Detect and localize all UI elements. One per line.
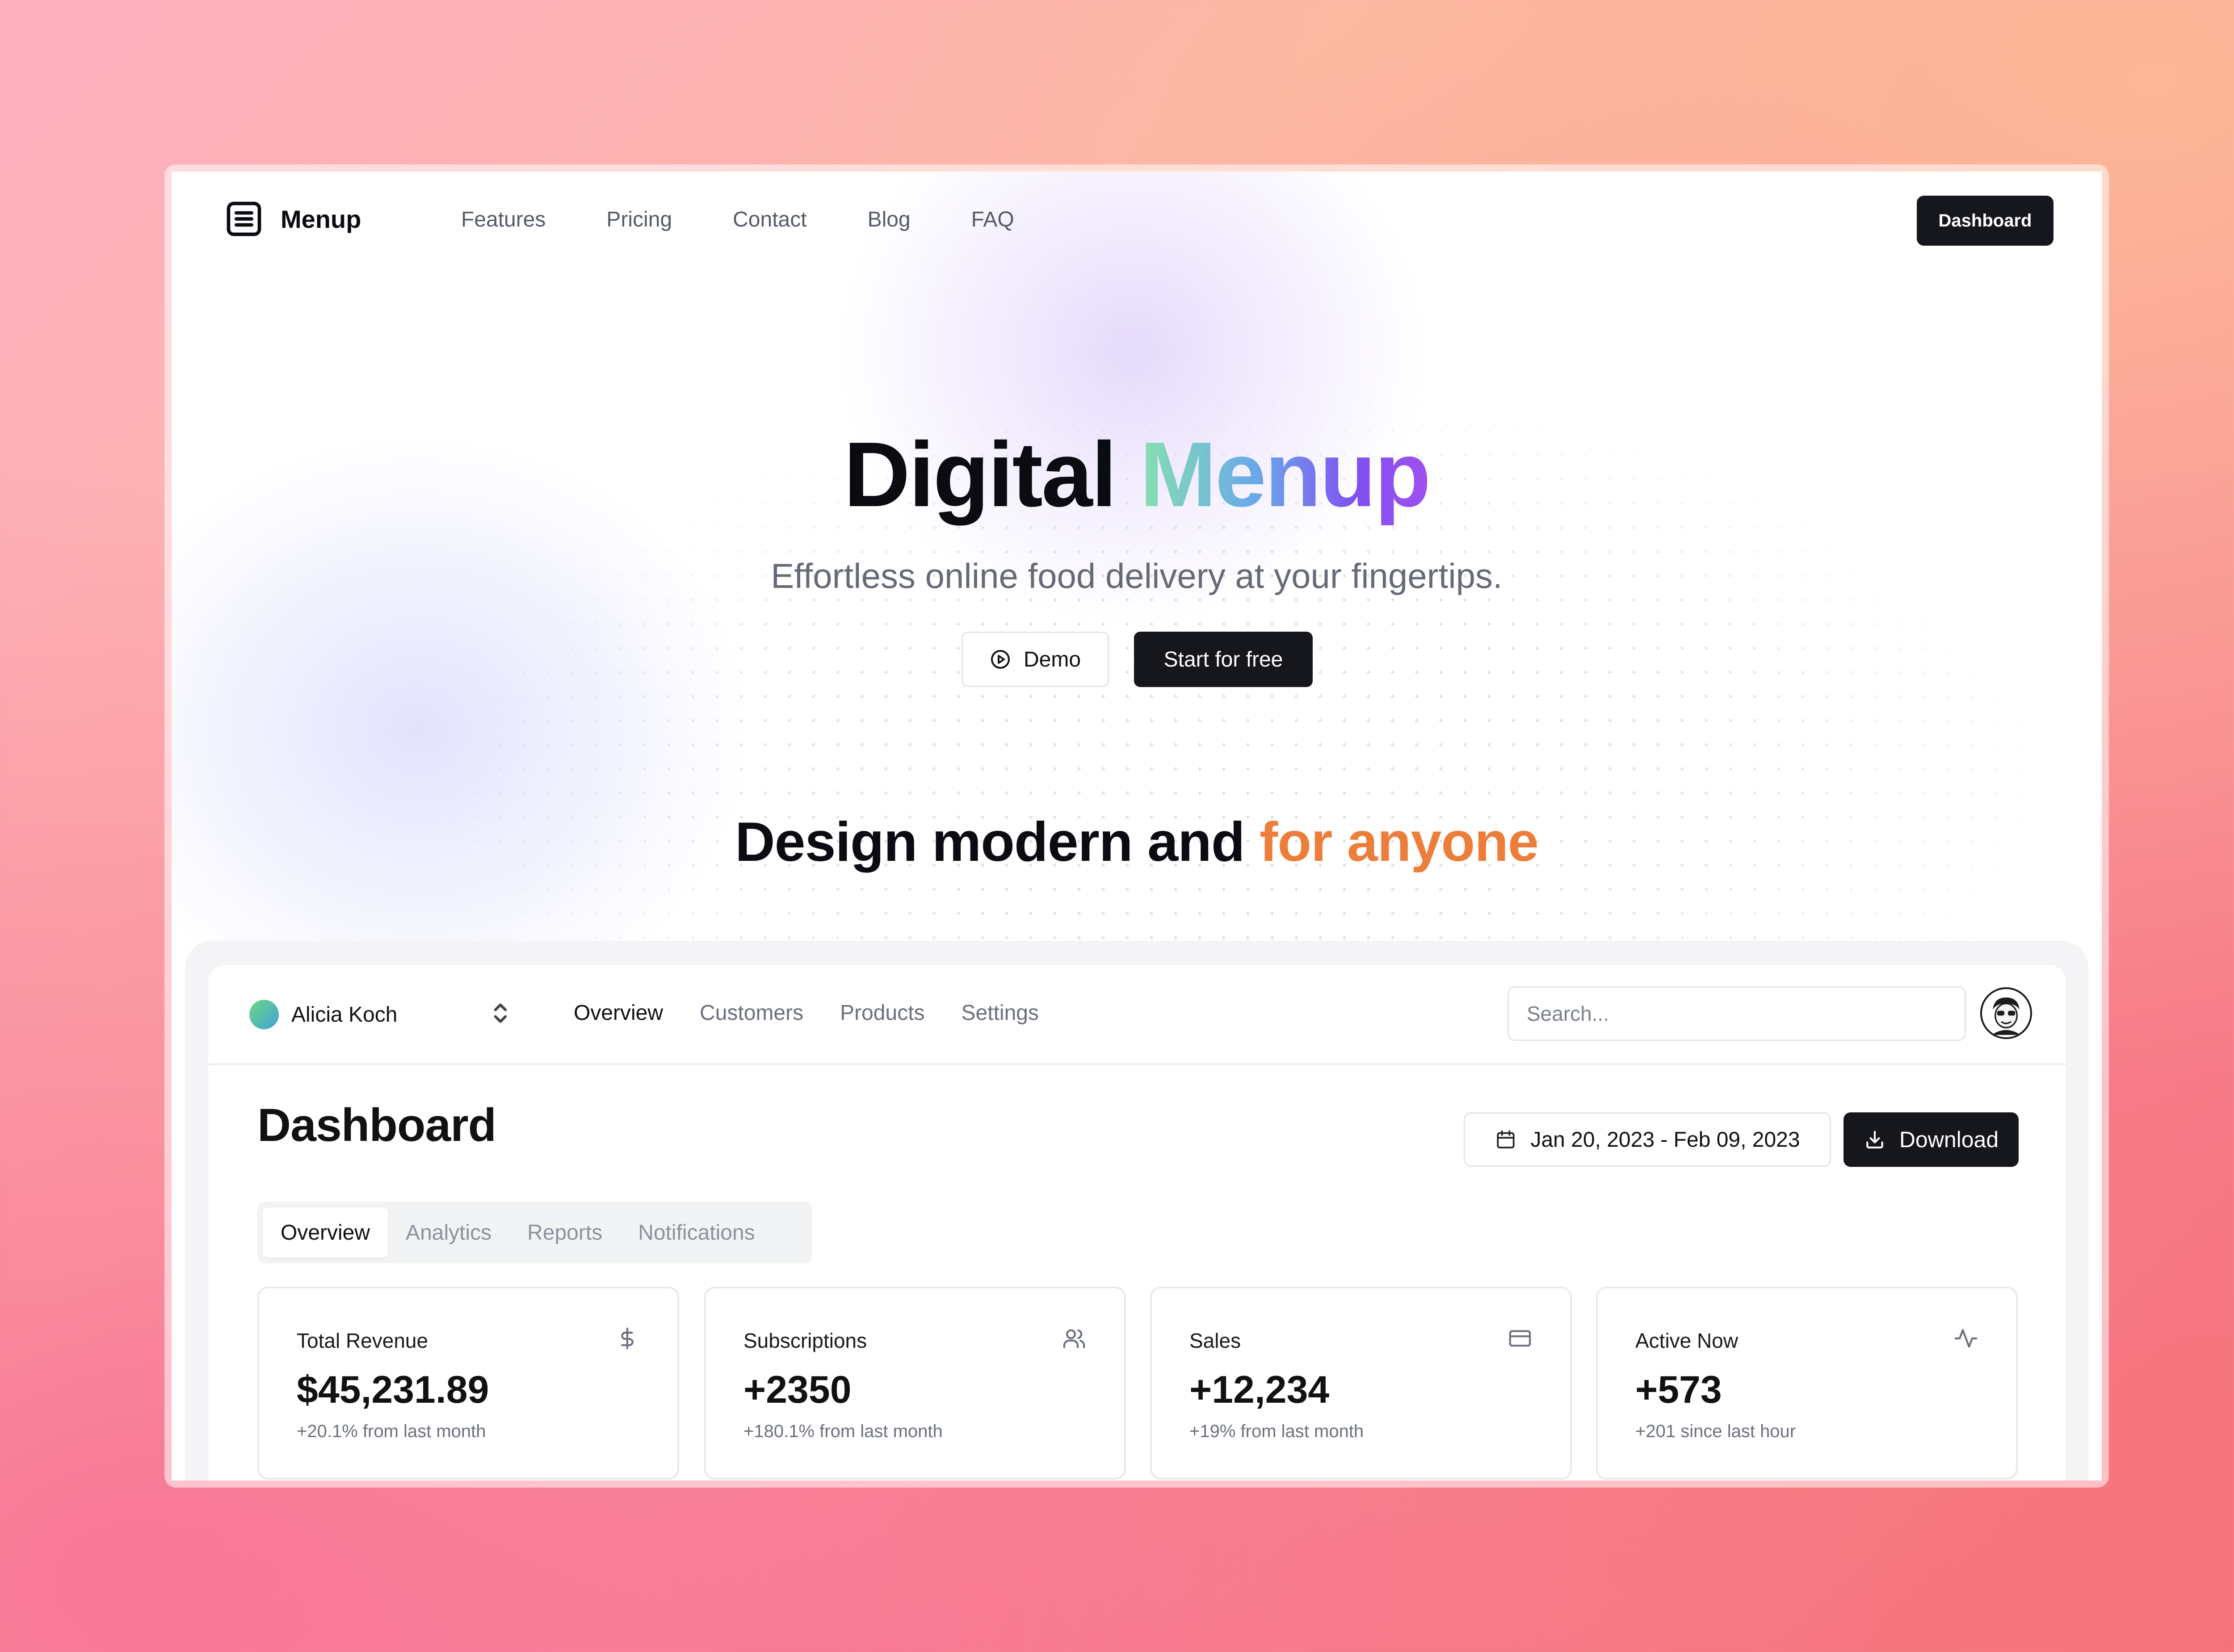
dashboard-nav-customers[interactable]: Customers	[700, 1001, 803, 1025]
avatar-image	[1982, 989, 2030, 1037]
nav-link-blog[interactable]: Blog	[868, 207, 911, 232]
team-switcher[interactable]: Alicia Koch	[249, 1000, 397, 1029]
users-icon	[1063, 1329, 1085, 1348]
stat-card-subscriptions: Subscriptions +2350 +180.1% from last mo…	[704, 1287, 1126, 1480]
dashboard-nav-products[interactable]: Products	[840, 1001, 924, 1025]
stat-title: Total Revenue	[297, 1329, 428, 1352]
activity-icon	[1954, 1329, 1978, 1348]
hero-actions: Demo Start for free	[962, 632, 1313, 687]
stat-value: $45,231.89	[297, 1368, 489, 1411]
download-icon	[1866, 1131, 1883, 1149]
section-heading-plain: Design modern and	[735, 811, 1245, 873]
dashboard-nav: Overview Customers Products Settings	[574, 1001, 1039, 1025]
tab-overview[interactable]: Overview	[263, 1208, 388, 1258]
calendar-icon	[1497, 1130, 1515, 1149]
tab-notifications[interactable]: Notifications	[620, 1208, 773, 1258]
stat-value: +12,234	[1189, 1368, 1330, 1411]
stat-card-sales: Sales +12,234 +19% from last month	[1150, 1287, 1572, 1480]
brand-logo[interactable]: Menup	[223, 198, 361, 239]
nav-link-pricing[interactable]: Pricing	[606, 207, 672, 232]
date-range-picker[interactable]: Jan 20, 2023 - Feb 09, 2023	[1464, 1112, 1831, 1167]
section-heading: Design modern and for anyone	[172, 810, 2102, 874]
team-avatar	[249, 1000, 279, 1029]
nav-link-features[interactable]: Features	[461, 207, 546, 232]
tab-analytics[interactable]: Analytics	[388, 1208, 509, 1258]
nav-link-contact[interactable]: Contact	[733, 207, 806, 232]
demo-button[interactable]: Demo	[962, 632, 1109, 687]
dashboard-button[interactable]: Dashboard	[1917, 196, 2053, 246]
stat-change: +20.1% from last month	[297, 1421, 486, 1441]
stat-change: +201 since last hour	[1635, 1421, 1796, 1441]
dashboard-title: Dashboard	[257, 1099, 496, 1151]
stat-change: +180.1% from last month	[743, 1421, 943, 1441]
section-heading-accent: for anyone	[1260, 811, 1539, 873]
hero-title-gradient: Menup	[1140, 423, 1431, 526]
stat-title: Active Now	[1635, 1329, 1738, 1352]
date-range-label: Jan 20, 2023 - Feb 09, 2023	[1530, 1128, 1800, 1152]
chevrons-up-down-icon[interactable]	[491, 1000, 509, 1027]
dashboard-nav-settings[interactable]: Settings	[962, 1001, 1039, 1025]
demo-button-label: Demo	[1023, 647, 1081, 671]
hero-subtitle: Effortless online food delivery at your …	[771, 556, 1503, 595]
search-input[interactable]	[1508, 986, 1966, 1041]
nav-link-faq[interactable]: FAQ	[971, 207, 1014, 232]
team-name: Alicia Koch	[291, 1002, 398, 1027]
hero-title-plain: Digital	[844, 423, 1117, 526]
play-circle-icon	[991, 650, 1010, 669]
menu-logo-icon	[227, 201, 261, 236]
stat-title: Subscriptions	[743, 1329, 867, 1352]
brand-name: Menup	[281, 205, 361, 233]
stat-card-total-revenue: Total Revenue $45,231.89 +20.1% from las…	[257, 1287, 679, 1480]
stat-change: +19% from last month	[1189, 1421, 1364, 1441]
tab-reports[interactable]: Reports	[509, 1208, 620, 1258]
dashboard-preview: Alicia Koch Overview Customers Products …	[208, 965, 2066, 1480]
landing-page: Menup Features Pricing Contact Blog FAQ …	[172, 172, 2102, 1480]
download-button[interactable]: Download	[1843, 1112, 2019, 1167]
user-avatar[interactable]	[1980, 987, 2032, 1039]
main-nav: Features Pricing Contact Blog FAQ	[461, 207, 1014, 232]
stat-card-active-now: Active Now +573 +201 since last hour	[1596, 1287, 2018, 1480]
start-free-button[interactable]: Start for free	[1134, 632, 1313, 687]
dashboard-nav-overview[interactable]: Overview	[574, 1001, 663, 1025]
stat-value: +2350	[743, 1368, 852, 1411]
stat-title: Sales	[1189, 1329, 1241, 1352]
credit-card-icon	[1509, 1330, 1531, 1347]
hero-title: Digital Menup	[172, 422, 2102, 528]
download-label: Download	[1899, 1127, 1999, 1152]
dashboard-tabs: Overview Analytics Reports Notifications	[257, 1202, 812, 1263]
dollar-icon	[621, 1327, 634, 1350]
stat-value: +573	[1635, 1368, 1722, 1411]
